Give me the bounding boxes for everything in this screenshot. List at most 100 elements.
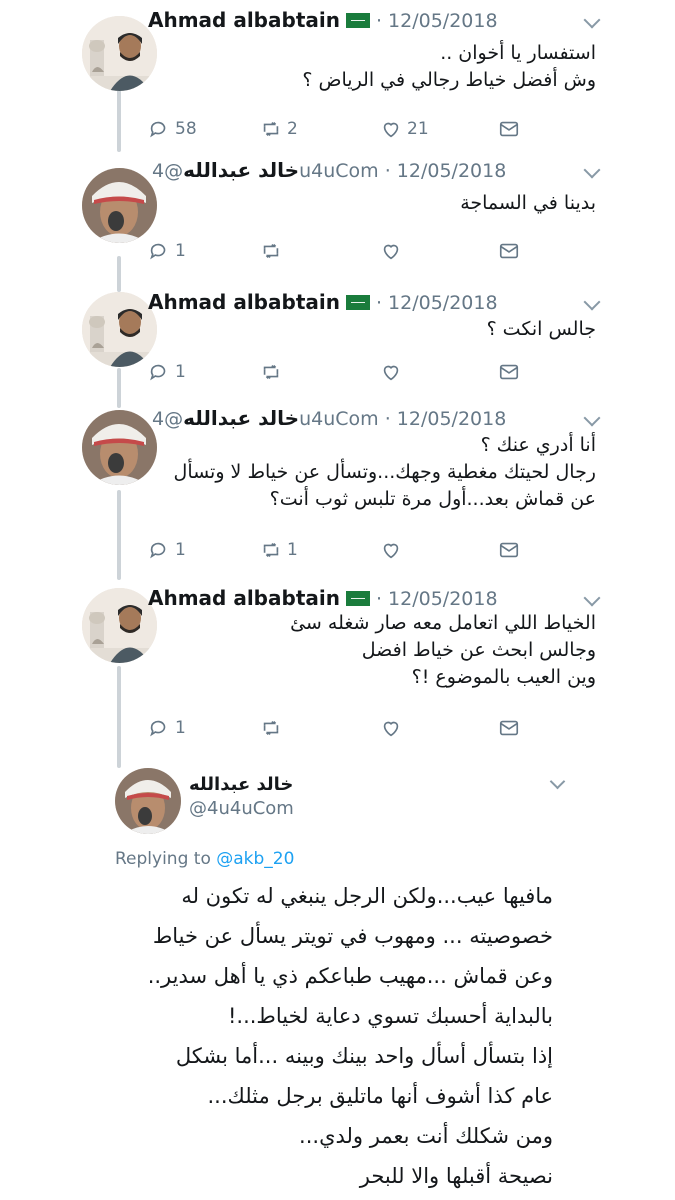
tweet-date[interactable]: · 12/05/2018 <box>376 588 498 610</box>
thread-line <box>117 256 121 292</box>
retweet-button[interactable] <box>260 714 287 742</box>
reply-button[interactable]: 1 <box>148 714 186 742</box>
tweet-actions: 11 <box>148 536 598 564</box>
reply-count: 1 <box>175 540 186 560</box>
author-name[interactable]: خالد عبدالله <box>183 158 299 182</box>
tweet-text-line: أنا أدري عنك ؟ <box>480 434 596 456</box>
retweet-button[interactable] <box>260 237 287 265</box>
tweet-text: بدينا في السماجة <box>148 190 596 217</box>
dm-button[interactable] <box>498 536 525 564</box>
reply-card[interactable]: خالد عبدالله @4u4uCom Replying to @akb_2… <box>93 768 575 1200</box>
tweet-text-line: رجال لحيتك مغطية وجهك...وتسأل عن خياط لا… <box>173 461 596 483</box>
retweet-icon <box>260 539 287 561</box>
reply-icon <box>148 539 175 561</box>
tweet-text-line: إذا بتسأل أسأل واحد بينك وبينه ...أما بش… <box>175 1044 553 1068</box>
tweet-text: استفسار يا أخوان .. وش أفضل خياط رجالي في… <box>148 40 596 94</box>
tweet-text-line: خصوصيته ... ومهوب في تويتر يسأل عن خياط <box>152 924 553 948</box>
reply-icon <box>148 118 175 140</box>
tweet-actions: 58 2 21 <box>148 115 598 143</box>
reply-button[interactable]: 58 <box>148 115 197 143</box>
retweet-button[interactable]: 1 <box>260 536 298 564</box>
avatar[interactable] <box>82 16 157 91</box>
retweet-icon <box>260 240 287 262</box>
author-name[interactable]: خالد عبدالله <box>183 406 299 430</box>
avatar[interactable] <box>82 588 157 663</box>
tweet-actions: 1 <box>148 714 598 742</box>
author-name[interactable]: Ahmad albabtain <box>148 290 340 314</box>
like-button[interactable] <box>380 714 407 742</box>
dm-button[interactable] <box>498 358 525 386</box>
tweet-text-line: الخياط اللي اتعامل معه صار شغله سئ <box>290 612 596 634</box>
author-name[interactable]: خالد عبدالله <box>189 774 293 795</box>
retweet-button[interactable]: 2 <box>260 115 298 143</box>
reply-count: 1 <box>175 362 186 382</box>
tweet-text: مافيها عيب...ولكن الرجل ينبغي له تكون له… <box>105 876 553 1196</box>
tweet-text-line: بدينا في السماجة <box>460 192 596 214</box>
reply-count: 1 <box>175 241 186 261</box>
replying-to-link[interactable]: @akb_20 <box>216 849 294 869</box>
tweet-text: أنا أدري عنك ؟ رجال لحيتك مغطية وجهك...وت… <box>148 432 596 513</box>
retweet-count: 2 <box>287 119 298 139</box>
tweet-text-line: استفسار يا أخوان .. <box>440 42 596 64</box>
avatar[interactable] <box>82 168 157 243</box>
saudi-flag-icon <box>345 591 370 606</box>
dm-icon <box>498 539 525 561</box>
author-name[interactable]: Ahmad albabtain <box>148 8 340 32</box>
avatar[interactable] <box>82 410 157 485</box>
like-icon <box>380 240 407 262</box>
avatar[interactable] <box>82 292 157 367</box>
dm-button[interactable] <box>498 115 525 143</box>
retweet-icon <box>260 361 287 383</box>
tweet-text-line: نصيحة أقبلها والا للبحر <box>359 1164 553 1188</box>
tweet-text-line: ومن شكلك أنت بعمر ولدي... <box>299 1124 553 1148</box>
retweet-count: 1 <box>287 540 298 560</box>
like-icon <box>380 539 407 561</box>
tweet-text-line: وش أفضل خياط رجالي في الرياض ؟ <box>302 69 596 91</box>
tweet-text-line: جالس انكت ؟ <box>486 318 596 340</box>
reply-icon <box>148 361 175 383</box>
like-button[interactable] <box>380 536 407 564</box>
like-icon <box>380 118 407 140</box>
like-icon <box>380 717 407 739</box>
thread-line <box>117 88 121 152</box>
reply-button[interactable]: 1 <box>148 237 186 265</box>
tweet-text-line: مافيها عيب...ولكن الرجل ينبغي له تكون له <box>181 884 553 908</box>
tweet-actions: 1 <box>148 358 598 386</box>
dm-button[interactable] <box>498 237 525 265</box>
avatar[interactable] <box>115 768 181 834</box>
tweet-date[interactable]: · 12/05/2018 <box>385 160 507 182</box>
tweet-text-line: وين العيب بالموضوع !؟ <box>411 666 596 688</box>
tweet-thread: Ahmad albabtain · 12/05/2018 استفسار يا أخ… <box>30 0 608 768</box>
author-name[interactable]: Ahmad albabtain <box>148 586 340 610</box>
reply-icon <box>148 240 175 262</box>
retweet-icon <box>260 717 287 739</box>
like-button[interactable] <box>380 237 407 265</box>
reply-icon <box>148 717 175 739</box>
like-button[interactable]: 21 <box>380 115 429 143</box>
tweet-date[interactable]: · 12/05/2018 <box>376 292 498 314</box>
tweet-text-line: وجالس ابحث عن خياط افضل <box>361 639 596 661</box>
like-icon <box>380 361 407 383</box>
author-handle[interactable]: @4u4uCom <box>189 798 294 819</box>
tweet-actions: 1 <box>148 237 598 265</box>
tweet-date[interactable]: · 12/05/2018 <box>385 408 507 430</box>
dm-icon <box>498 240 525 262</box>
reply-button[interactable]: 1 <box>148 358 186 386</box>
dm-icon <box>498 717 525 739</box>
retweet-icon <box>260 118 287 140</box>
tweet-text: الخياط اللي اتعامل معه صار شغله سئ وجالس … <box>148 610 596 691</box>
tweet-header: خالد عبدالله@4u4uCom · 12/05/2018 <box>148 158 598 188</box>
thread-line <box>117 490 121 580</box>
replying-to: Replying to @akb_20 <box>115 849 295 869</box>
tweet-header: Ahmad albabtain · 12/05/2018 <box>148 8 598 38</box>
tweet-text-line: عام كذا أشوف أنها ماتليق برجل مثلك... <box>207 1084 553 1108</box>
reply-count: 58 <box>175 119 197 139</box>
reply-button[interactable]: 1 <box>148 536 186 564</box>
tweet-text-line: وعن قماش ...مهيب طباعكم ذي يا أهل سدير.. <box>147 964 553 988</box>
like-button[interactable] <box>380 358 407 386</box>
tweet-text-line: عن قماش بعد...أول مرة تلبس ثوب أنت؟ <box>269 488 596 510</box>
chevron-down-icon[interactable] <box>549 773 566 790</box>
tweet-date[interactable]: · 12/05/2018 <box>376 10 498 32</box>
dm-button[interactable] <box>498 714 525 742</box>
retweet-button[interactable] <box>260 358 287 386</box>
